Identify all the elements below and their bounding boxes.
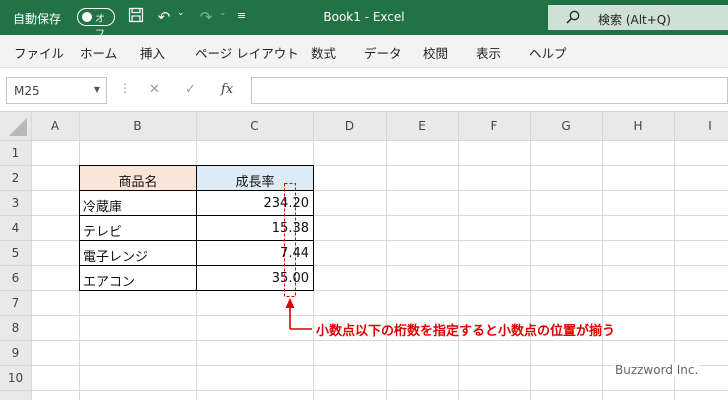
- table-cell-growth[interactable]: 15.38: [197, 221, 309, 236]
- tab-view[interactable]: 表示: [476, 43, 501, 62]
- column-header-c[interactable]: C: [196, 119, 313, 133]
- column-header-f[interactable]: F: [458, 119, 530, 133]
- ribbon-tabs: ファイル ホーム 挿入 ページ レイアウト 数式 データ 校閲 表示 ヘルプ: [0, 35, 728, 68]
- table-cell-product[interactable]: エアコン: [83, 271, 135, 290]
- annotation-text: 小数点以下の桁数を指定すると小数点の位置が揃う: [316, 324, 616, 339]
- formula-bar: M25 ▼ ⋮ ✕ ✓ fx: [0, 68, 728, 112]
- row-header-7[interactable]: 7: [0, 296, 31, 310]
- enter-icon[interactable]: ✓: [185, 82, 196, 97]
- search-icon: [566, 10, 580, 24]
- tab-insert[interactable]: 挿入: [140, 43, 165, 62]
- annotation-arrow: [289, 307, 312, 330]
- column-header-i[interactable]: I: [674, 119, 728, 133]
- insert-function-icon[interactable]: fx: [221, 82, 233, 97]
- table-header-growth[interactable]: 成長率: [197, 171, 313, 190]
- table-cell-product[interactable]: テレビ: [83, 221, 122, 240]
- row-header-1[interactable]: 1: [0, 146, 31, 160]
- column-header-b[interactable]: B: [79, 119, 196, 133]
- column-header-a[interactable]: A: [31, 119, 79, 133]
- search-placeholder: 検索 (Alt+Q): [598, 13, 671, 27]
- formula-buttons: ✕ ✓ fx: [137, 77, 245, 104]
- row-header-8[interactable]: 8: [0, 321, 31, 335]
- row-header-5[interactable]: 5: [0, 246, 31, 260]
- table-cell-growth[interactable]: 35.00: [197, 271, 309, 286]
- search-box[interactable]: 検索 (Alt+Q): [548, 5, 728, 30]
- column-header-h[interactable]: H: [602, 119, 674, 133]
- formula-input[interactable]: [251, 77, 728, 104]
- tab-page-layout[interactable]: ページ レイアウト: [195, 43, 299, 62]
- tab-data[interactable]: データ: [364, 43, 402, 62]
- cancel-icon[interactable]: ✕: [149, 82, 160, 97]
- table-header-product[interactable]: 商品名: [80, 171, 196, 190]
- name-box[interactable]: M25 ▼: [6, 77, 107, 104]
- worksheet-grid[interactable]: A B C D E F G H I 1 2 3 4 5 6 7 8 9 10 商…: [0, 112, 728, 400]
- more-options-icon[interactable]: ⋮: [119, 81, 131, 95]
- tab-review[interactable]: 校閲: [423, 43, 448, 62]
- table-cell-product[interactable]: 冷蔵庫: [83, 196, 122, 215]
- tab-help[interactable]: ヘルプ: [529, 43, 567, 62]
- tab-home[interactable]: ホーム: [80, 43, 117, 62]
- tab-file[interactable]: ファイル: [14, 43, 64, 62]
- table-cell-growth[interactable]: 7.44: [197, 246, 309, 261]
- column-header-e[interactable]: E: [386, 119, 458, 133]
- table-cell-product[interactable]: 電子レンジ: [83, 246, 148, 265]
- row-header-3[interactable]: 3: [0, 196, 31, 210]
- column-header-d[interactable]: D: [313, 119, 386, 133]
- row-header-9[interactable]: 9: [0, 346, 31, 360]
- row-header-2[interactable]: 2: [0, 171, 31, 185]
- annotation-arrow-head: [285, 298, 295, 308]
- row-header-4[interactable]: 4: [0, 221, 31, 235]
- title-bar: 自動保存 オフ ↶ ⌄ ↷ ⌄ ≡ Book1 - Excel 検索 (Alt+…: [0, 0, 728, 40]
- chevron-down-icon[interactable]: ▼: [94, 85, 100, 94]
- tab-formulas[interactable]: 数式: [311, 43, 336, 62]
- watermark-text: Buzzword Inc.: [613, 363, 701, 377]
- row-header-10[interactable]: 10: [0, 371, 31, 385]
- row-header-6[interactable]: 6: [0, 271, 31, 285]
- table-cell-growth[interactable]: 234.20: [197, 196, 310, 211]
- column-header-g[interactable]: G: [530, 119, 602, 133]
- name-box-value: M25: [14, 84, 40, 98]
